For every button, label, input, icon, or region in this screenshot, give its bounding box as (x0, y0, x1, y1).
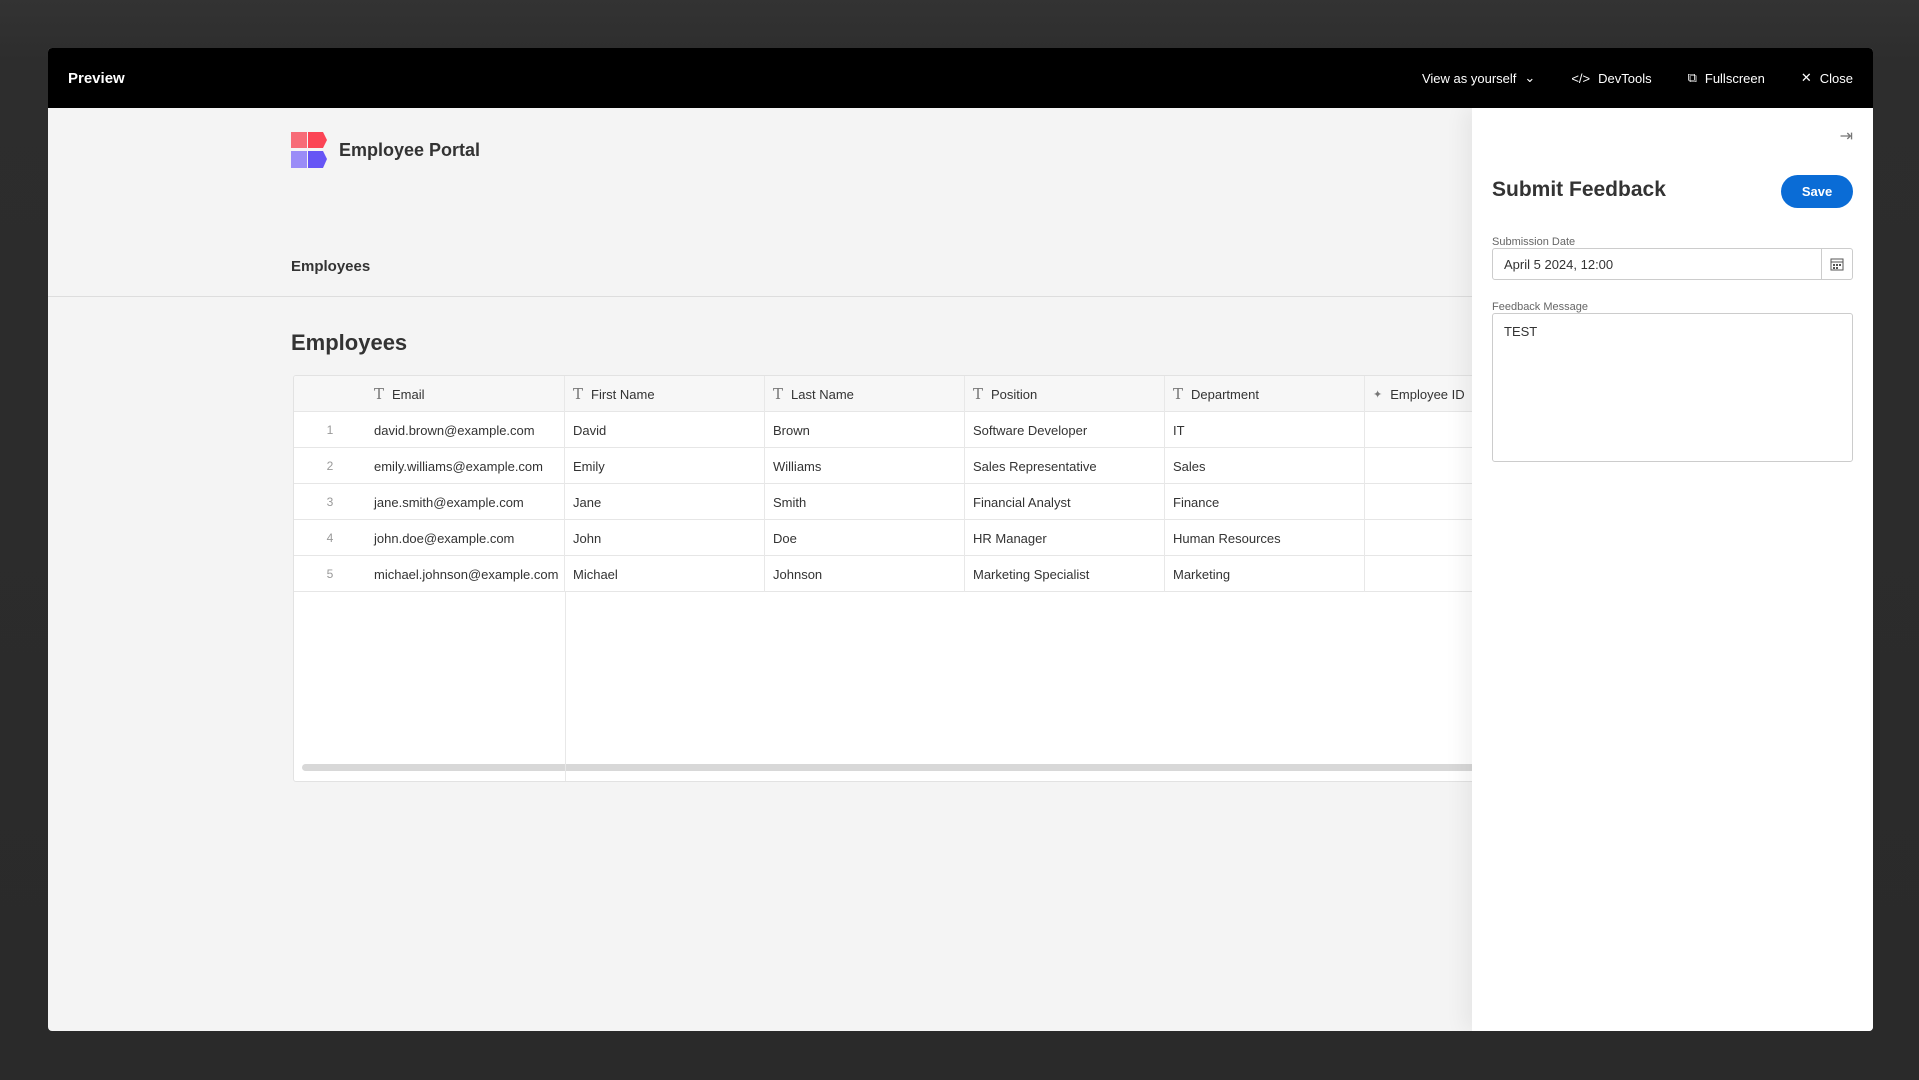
close-icon: ✕ (1800, 70, 1812, 85)
submission-date-label: Submission Date (1492, 236, 1576, 248)
table-cell[interactable]: John (565, 520, 765, 556)
column-label: Employee ID (1390, 386, 1465, 402)
preview-title: Preview (68, 69, 125, 87)
app-preview: Employee Portal Employees Employees T Ema… (48, 108, 1493, 1031)
table-cell[interactable]: Human Resources (1165, 520, 1365, 556)
horizontal-scrollbar[interactable] (302, 764, 1492, 771)
close-button[interactable]: ✕ Close (1801, 70, 1853, 86)
fullscreen-button[interactable]: ⧉ Fullscreen (1688, 70, 1765, 86)
column-label: Department (1191, 386, 1259, 402)
table-cell[interactable]: michael.johnson@example.com (366, 556, 565, 592)
column-label: First Name (591, 386, 655, 402)
table-cell[interactable]: IT (1165, 412, 1365, 448)
feedback-message-textarea[interactable]: TEST (1492, 313, 1853, 462)
row-number: 5 (326, 567, 334, 581)
table-cell[interactable]: Smith (765, 484, 965, 520)
page-title: Employees (291, 330, 408, 355)
column-label: Last Name (791, 386, 854, 402)
row-number: 2 (326, 459, 334, 473)
save-button[interactable]: Save (1781, 175, 1853, 208)
table-cell[interactable]: emily.williams@example.com (366, 448, 565, 484)
table-row[interactable]: 1 david.brown@example.com David Brown Softwa… (294, 412, 1492, 448)
column-header[interactable]: T First Name (565, 376, 765, 412)
view-as-label: View as yourself (1421, 70, 1517, 86)
table-cell[interactable]: Williams (765, 448, 965, 484)
table-cell[interactable]: Financial Analyst (965, 484, 1165, 520)
collapse-panel-icon[interactable]: ⇥ (1840, 126, 1853, 146)
submission-date-input[interactable]: April 5 2024, 12:00 (1492, 248, 1853, 280)
devtools-label: DevTools (1598, 70, 1652, 86)
magic-wand-icon: ✦ (1373, 387, 1383, 401)
submit-feedback-panel: ⇥ Submit Feedback Save Submission Date A… (1472, 108, 1873, 1031)
table-row[interactable]: 2 emily.williams@example.com Emily Williams… (294, 448, 1492, 484)
column-label: Position (991, 386, 1038, 402)
table-row[interactable]: 5 michael.johnson@example.com Michael Johns… (294, 556, 1492, 592)
feedback-message-label: Feedback Message (1492, 301, 1588, 313)
column-header[interactable]: T Position (965, 376, 1165, 412)
table-cell[interactable]: Marketing (1165, 556, 1365, 592)
column-header[interactable]: T Department (1165, 376, 1365, 412)
column-label: Email (392, 386, 425, 402)
panel-title: Submit Feedback (1492, 178, 1666, 201)
table-row[interactable]: 4 john.doe@example.com John Doe HR Manager Hu… (294, 520, 1492, 556)
row-number-header (294, 376, 366, 412)
text-icon: T (773, 385, 784, 403)
table-cell[interactable]: Sales Representative (965, 448, 1165, 484)
preview-header: Preview View as yourself ⌄ </> DevTools ⧉ F… (48, 48, 1873, 108)
text-icon: T (1173, 385, 1184, 403)
table-cell[interactable]: jane.smith@example.com (366, 484, 565, 520)
chevron-down-icon: ⌄ (1524, 70, 1536, 85)
nav-employees[interactable]: Employees (291, 258, 370, 275)
employees-table: T Email T First Name T Last Name T Position T Dep… (293, 375, 1493, 782)
preview-modal: Preview View as yourself ⌄ </> DevTools ⧉ F… (48, 48, 1873, 1031)
app-name: Employee Portal (339, 139, 481, 160)
app-logo[interactable]: Employee Portal (291, 132, 480, 168)
calendar-icon[interactable] (1821, 249, 1852, 279)
devtools-button[interactable]: </> DevTools (1571, 71, 1651, 86)
table-cell[interactable]: Michael (565, 556, 765, 592)
text-icon: T (374, 385, 385, 403)
text-icon: T (973, 385, 984, 403)
close-label: Close (1819, 70, 1853, 86)
table-cell[interactable]: john.doe@example.com (366, 520, 565, 556)
column-header[interactable]: T Last Name (765, 376, 965, 412)
table-cell[interactable]: Marketing Specialist (965, 556, 1165, 592)
submission-date-value: April 5 2024, 12:00 (1504, 256, 1614, 272)
external-link-icon: ⧉ (1687, 70, 1697, 85)
table-cell[interactable]: Brown (765, 412, 965, 448)
fullscreen-label: Fullscreen (1704, 70, 1765, 86)
view-as-dropdown[interactable]: View as yourself ⌄ (1422, 70, 1535, 86)
row-number: 3 (326, 495, 334, 509)
divider (48, 296, 1472, 297)
text-icon: T (573, 385, 584, 403)
code-icon: </> (1571, 70, 1591, 86)
table-cell[interactable]: david.brown@example.com (366, 412, 565, 448)
row-number: 1 (326, 423, 334, 437)
table-cell[interactable]: Finance (1165, 484, 1365, 520)
table-cell[interactable]: David (565, 412, 765, 448)
table-cell[interactable]: Doe (765, 520, 965, 556)
table-row[interactable]: 3 jane.smith@example.com Jane Smith Financia… (294, 484, 1492, 520)
table-cell[interactable]: Johnson (765, 556, 965, 592)
table-cell[interactable]: Sales (1165, 448, 1365, 484)
column-divider (565, 592, 566, 781)
table-cell[interactable]: Emily (565, 448, 765, 484)
table-header-row: T Email T First Name T Last Name T Position T Dep… (294, 376, 1492, 412)
row-number: 4 (326, 531, 334, 545)
table-cell[interactable]: Software Developer (965, 412, 1165, 448)
table-cell[interactable]: HR Manager (965, 520, 1165, 556)
column-header[interactable]: T Email (366, 376, 565, 412)
logo-icon (291, 132, 327, 168)
table-cell[interactable]: Jane (565, 484, 765, 520)
